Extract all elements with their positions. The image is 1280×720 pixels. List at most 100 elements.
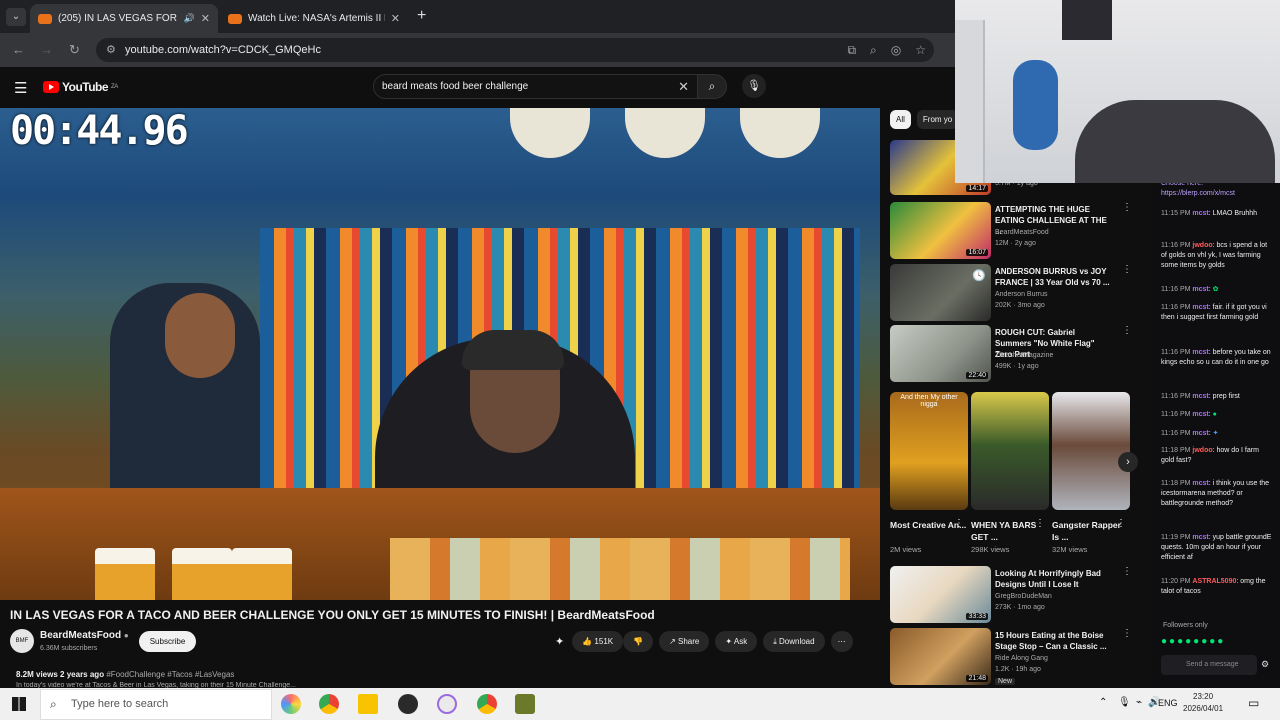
more-options-icon[interactable]: ⋮ [1122, 566, 1132, 577]
share-button[interactable]: ↗ Share [659, 631, 710, 652]
like-button[interactable]: 👍 151K [572, 631, 624, 652]
more-actions-button[interactable]: ⋯ [830, 631, 853, 652]
url-field[interactable]: ⚙ youtube.com/watch?v=CDCK_GMQeHc ⧉ ⌕ ◎ … [96, 38, 934, 62]
channel-avatar[interactable]: BMF [10, 629, 34, 653]
webcam-person [1075, 100, 1275, 183]
subscribe-button[interactable]: Subscribe [139, 631, 196, 652]
more-options-icon[interactable]: ⋮ [1122, 264, 1132, 275]
youtube-favicon-icon [228, 13, 242, 24]
chip-all[interactable]: All [890, 110, 911, 129]
new-tab-button[interactable]: + [417, 7, 426, 25]
clock[interactable]: 23:20 2026/04/01 [1183, 691, 1223, 715]
more-options-icon[interactable]: ⋮ [1122, 325, 1132, 336]
bookmark-star-icon[interactable]: ☆ [915, 38, 926, 62]
tab-nasa[interactable]: Watch Live: NASA's Artemis II L ✕ [220, 4, 408, 33]
video-player[interactable] [0, 108, 880, 600]
short-item[interactable]: WHEN YA BARS GET ... 298K views ⋮ [971, 392, 1049, 554]
tray-chevron-icon[interactable]: ⌃ [1099, 697, 1107, 708]
download-button[interactable]: ⤓ Download [763, 631, 825, 652]
copilot-icon[interactable] [281, 694, 301, 714]
webcam-window [1062, 0, 1112, 40]
file-explorer-icon[interactable] [358, 694, 378, 714]
close-tab-icon[interactable]: ✕ [391, 12, 400, 25]
more-options-icon[interactable]: ⋮ [1116, 518, 1126, 529]
chat-message: 11:18 PM jwdoo: how do I farm gold fast? [1161, 447, 1259, 464]
tracking-icon[interactable]: ◎ [891, 38, 901, 62]
clear-search-icon[interactable]: ✕ [678, 75, 689, 98]
chat-message: 11:15 PM mcst: LMAO Bruhhh [1161, 210, 1257, 217]
network-icon[interactable]: ⌁ [1136, 697, 1142, 708]
chat-link[interactable]: Choose here: https://blerp.com/x/mcst [1161, 183, 1273, 199]
chat-message: 11:16 PM mcst: ✦ [1161, 430, 1219, 437]
search-button[interactable]: ⌕ [697, 74, 727, 99]
more-options-icon[interactable]: ⋮ [1122, 202, 1132, 213]
beer-glass [172, 548, 232, 600]
close-tab-icon[interactable]: ✕ [201, 12, 210, 25]
watch-later-icon[interactable]: 🕓 [972, 269, 986, 282]
notifications-icon[interactable]: ▭ [1248, 696, 1259, 710]
video-thumbnail[interactable]: 🕓 [890, 264, 991, 321]
short-thumbnail[interactable] [971, 392, 1049, 510]
hype-icon[interactable]: ✦ [555, 635, 564, 648]
video-actions: ✦ 👍 151K 👎 ↗ Share ✦ Ask ⤓ Download ⋯ [555, 631, 853, 652]
hamburger-menu-icon[interactable]: ☰ [14, 79, 27, 97]
video-thumbnail[interactable]: 16:07 [890, 202, 991, 259]
back-icon[interactable]: ← [12, 42, 25, 57]
chat-message-input[interactable]: Send a message [1161, 655, 1257, 675]
verified-icon: ● [123, 631, 129, 640]
more-options-icon[interactable]: ⋮ [954, 518, 964, 529]
webcam-door [955, 20, 985, 183]
dislike-button[interactable]: 👎 [623, 631, 654, 652]
more-options-icon[interactable]: ⋮ [1035, 518, 1045, 529]
video-meta[interactable]: 8.2M views 2 years ago #FoodChallenge #T… [16, 670, 234, 679]
chat-panel: Choose here: https://blerp.com/x/mcst 11… [1153, 183, 1280, 688]
channel-name[interactable]: BeardMeatsFood ● [40, 630, 129, 641]
microphone-icon[interactable]: 🎙 [1118, 697, 1131, 708]
more-options-icon[interactable]: ⋮ [1122, 628, 1132, 639]
windows-start-icon[interactable] [12, 697, 26, 711]
beer-glass [95, 548, 155, 600]
short-item[interactable]: Gangster Rapper Is ... 32M views ⋮ [1052, 392, 1130, 554]
site-info-icon[interactable]: ⚙ [106, 38, 116, 62]
install-icon[interactable]: ⧉ [847, 38, 856, 62]
short-thumbnail[interactable]: And then My other nigga [890, 392, 968, 510]
video-title: IN LAS VEGAS FOR A TACO AND BEER CHALLEN… [10, 608, 655, 622]
chip-from[interactable]: From yo [916, 110, 959, 129]
search-input[interactable]: beard meats food beer challenge ✕ [373, 74, 698, 99]
speaker-icon[interactable]: 🔊 [184, 13, 195, 24]
zoom-icon[interactable]: ⌕ [870, 38, 877, 62]
youtube-logo[interactable]: YouTube ZA [43, 80, 118, 94]
tab-youtube[interactable]: (205) IN LAS VEGAS FOR A 🔊 ✕ [30, 4, 218, 33]
settings-icon[interactable]: ⚙ [1261, 659, 1269, 670]
video-thumbnail[interactable]: 22:40 [890, 325, 991, 382]
sparkle-icon: ✦ [725, 637, 733, 646]
chat-message: 11:16 PM jwdoo: bcs i spend a lot of gol… [1161, 242, 1268, 269]
language-indicator[interactable]: ENG [1158, 698, 1178, 708]
short-thumbnail[interactable] [1052, 392, 1130, 510]
short-item[interactable]: And then My other nigga Most Creative An… [890, 392, 968, 554]
download-icon: ⤓ [773, 637, 777, 646]
lamp [510, 108, 590, 158]
emote-bar[interactable]: ●●●●●●●● [1161, 636, 1225, 647]
video-thumbnail[interactable]: 21:48 [890, 628, 991, 685]
app-icon[interactable] [437, 694, 457, 714]
taskbar-search-input[interactable]: ⌕ Type here to search [40, 689, 272, 720]
chrome-icon[interactable] [319, 694, 339, 714]
app-icon[interactable] [515, 694, 535, 714]
shorts-next-button[interactable]: › [1118, 452, 1138, 472]
chat-input-area: Followers only ●●●●●●●● Send a message ⚙ [1153, 622, 1280, 688]
ask-button[interactable]: ✦ Ask [715, 631, 758, 652]
chat-message: 11:16 PM mcst: ● [1161, 411, 1217, 418]
emote-icon: ✦ [1212, 430, 1219, 437]
shorts-shelf: And then My other nigga Most Creative An… [890, 392, 1130, 554]
forward-icon[interactable]: → [40, 42, 53, 57]
voice-search-button[interactable]: 🎙 [742, 74, 766, 98]
tab-list-dropdown[interactable]: ⌄ [6, 8, 26, 26]
obs-icon[interactable] [398, 694, 418, 714]
chat-message: 11:16 PM mcst: ✿ [1161, 286, 1219, 293]
reload-icon[interactable]: ↻ [69, 42, 80, 58]
search-icon: ⌕ [50, 697, 57, 711]
webcam-bag [1013, 60, 1058, 150]
chrome-icon[interactable] [477, 694, 497, 714]
video-thumbnail[interactable]: 33:33 [890, 566, 991, 623]
